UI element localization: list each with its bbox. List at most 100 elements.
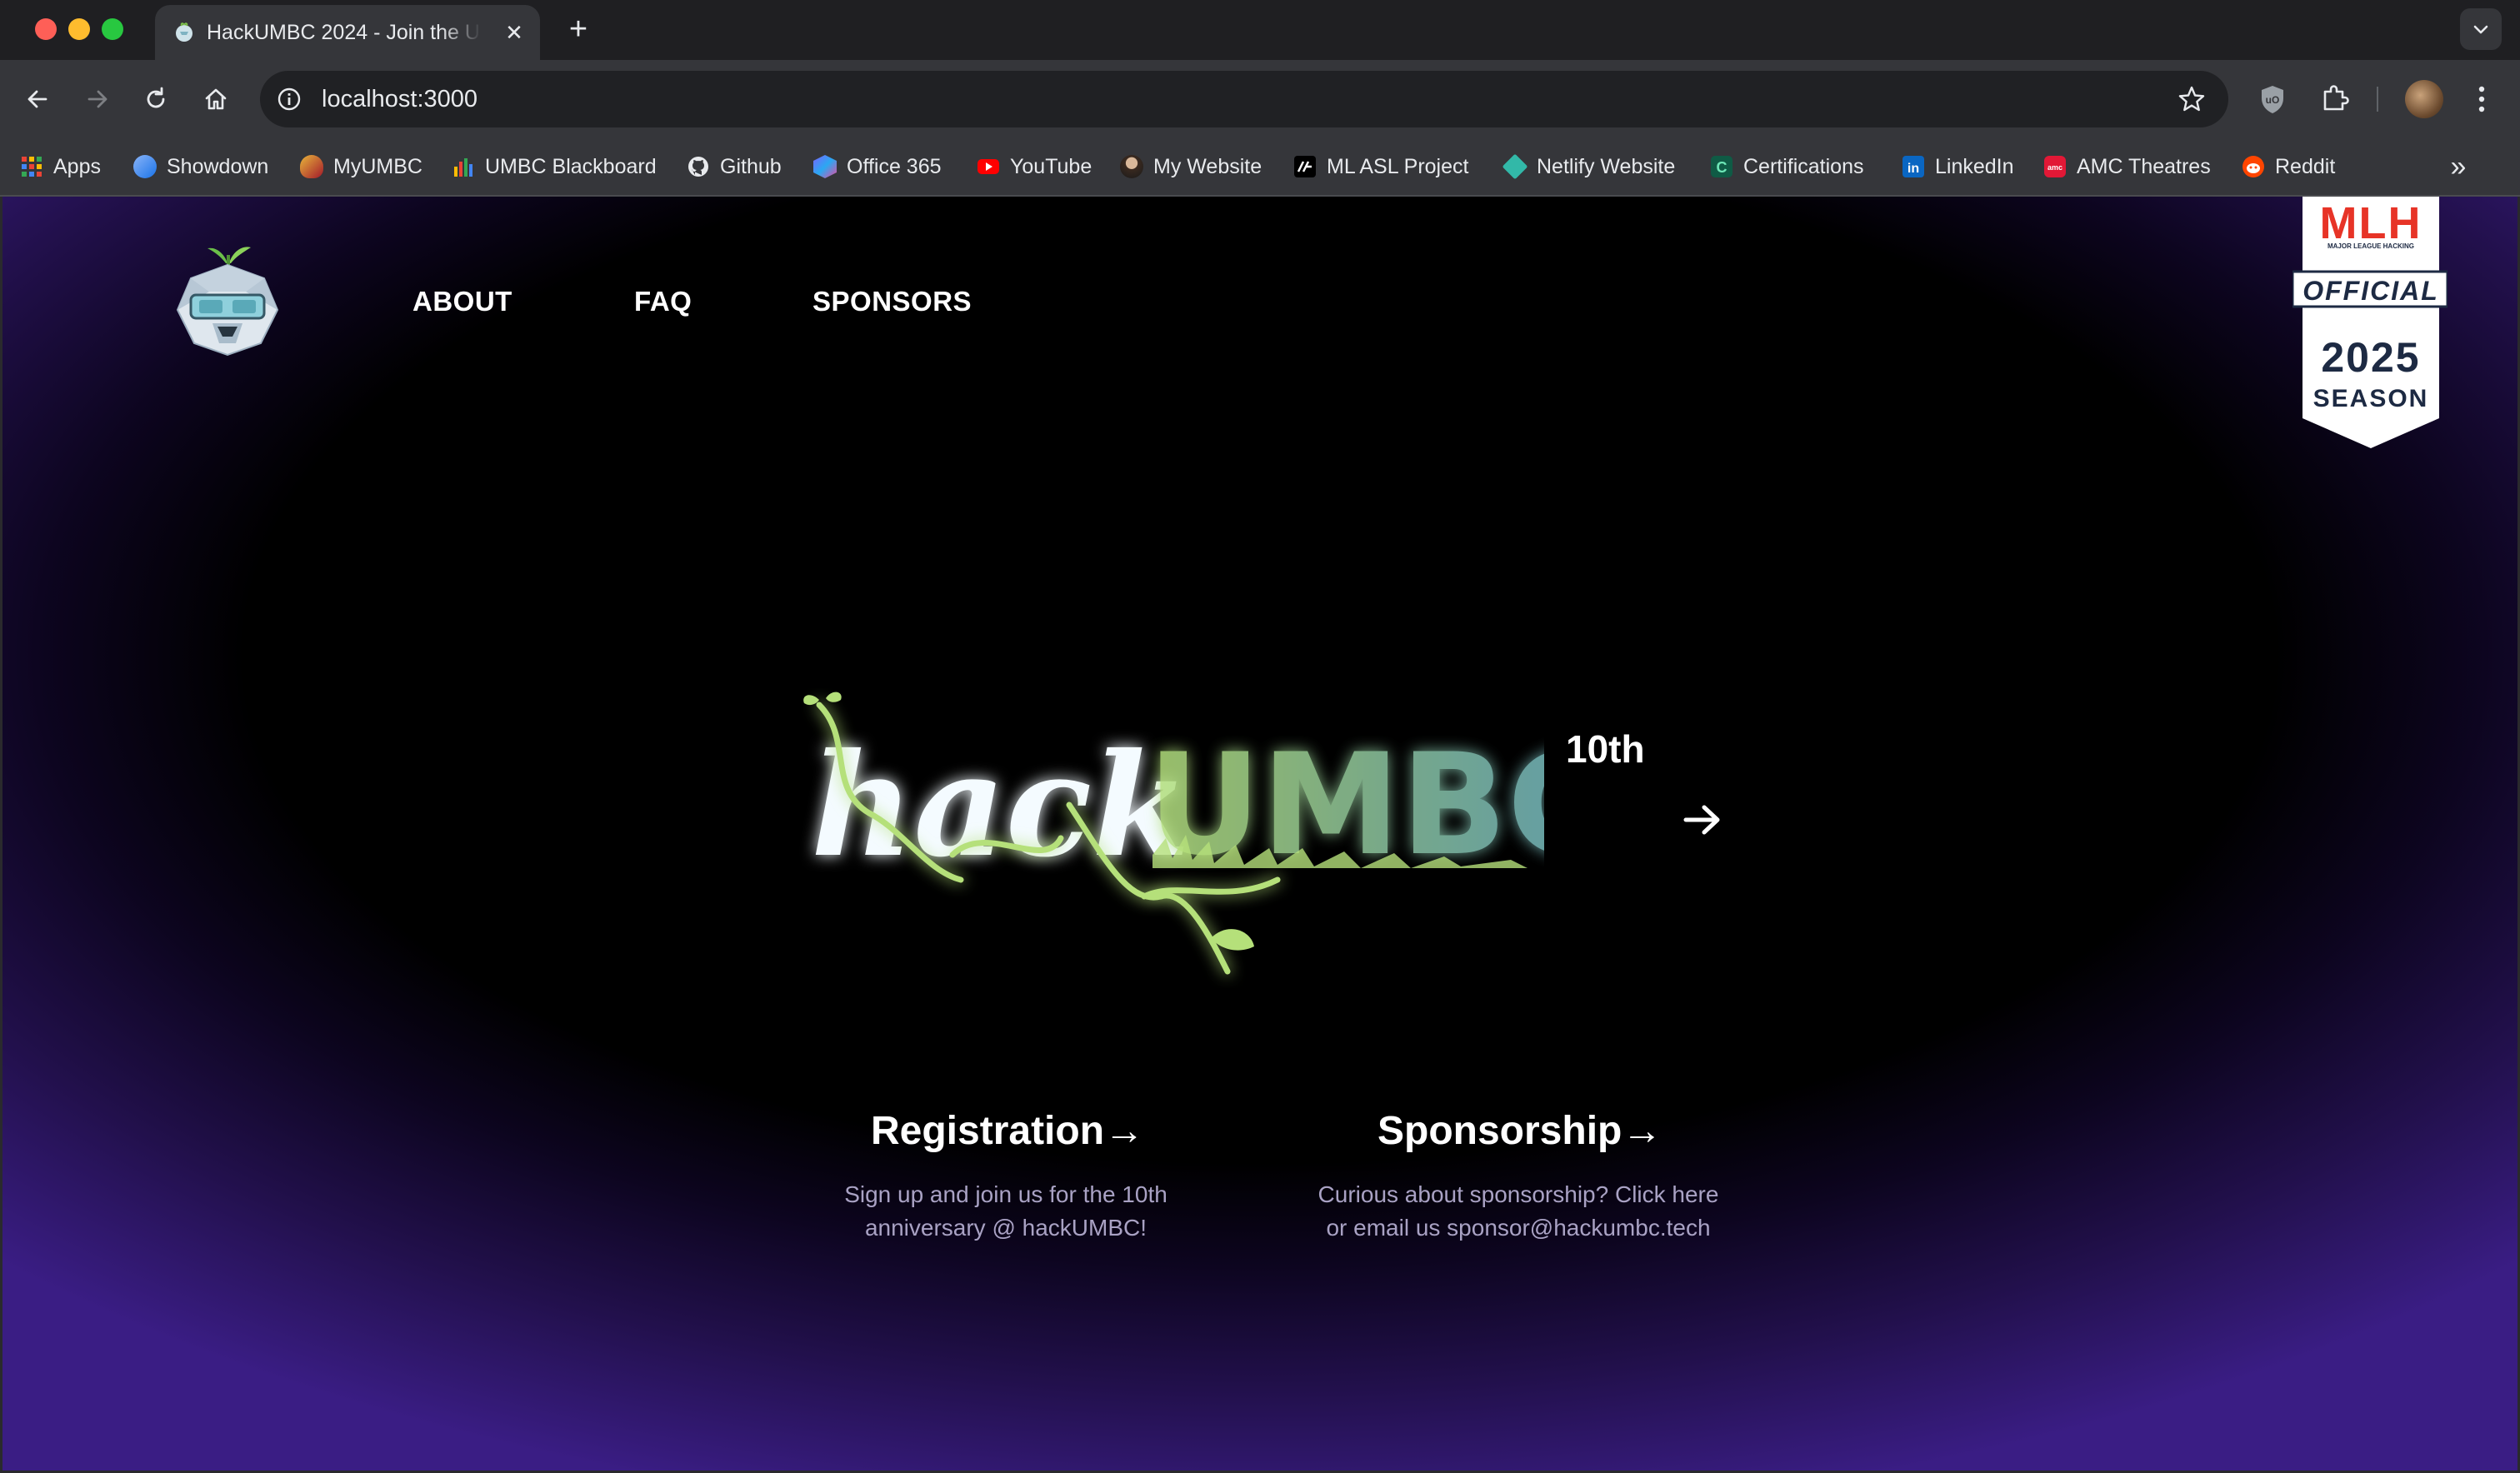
bookmark-apps[interactable]: Apps xyxy=(20,148,101,185)
forward-arrow-icon xyxy=(88,90,108,108)
mlh-year-text: 2025 xyxy=(2321,334,2420,381)
sponsorship-link[interactable]: Sponsorship→ xyxy=(1378,1106,1662,1156)
bookmark-linkedin[interactable]: in LinkedIn xyxy=(1902,148,2014,185)
sponsorship-description: Curious about sponsorship? Click here or… xyxy=(1281,1178,1756,1245)
bookmark-reddit[interactable]: Reddit xyxy=(2242,148,2335,185)
office-icon xyxy=(813,155,837,178)
new-tab-button[interactable]: + xyxy=(560,12,597,48)
back-button[interactable] xyxy=(17,78,58,120)
tab-close-button[interactable]: ✕ xyxy=(502,20,527,45)
sponsorship-description-line: or email us sponsor@hackumbc.tech xyxy=(1326,1215,1711,1241)
bookmark-label: Netlify Website xyxy=(1537,154,1676,178)
registration-link[interactable]: Registration→ xyxy=(871,1106,1144,1156)
registration-description-line: Sign up and join us for the 10th xyxy=(844,1181,1168,1207)
browser-toolbar: localhost:3000 uO xyxy=(0,60,2520,138)
bookmark-label: MyUMBC xyxy=(333,154,422,178)
forward-button[interactable] xyxy=(77,78,118,120)
asl-icon xyxy=(1294,156,1316,177)
bookmark-label: Certifications xyxy=(1743,154,1864,178)
close-window-button[interactable] xyxy=(35,18,57,40)
page-viewport: ABOUT FAQ SPONSORS MLH MAJOR LEAGUE HACK… xyxy=(0,197,2520,1473)
chevron-down-icon xyxy=(2473,25,2488,34)
arrow-right-icon: → xyxy=(1622,1109,1662,1153)
bookmark-showdown[interactable]: Showdown xyxy=(133,148,268,185)
netlify-icon xyxy=(1502,153,1528,180)
blackboard-icon xyxy=(454,158,472,177)
bookmark-label: UMBC Blackboard xyxy=(485,154,657,178)
svg-text:uO: uO xyxy=(2266,94,2280,106)
more-menu-icon[interactable] xyxy=(2472,82,2492,117)
registration-description: Sign up and join us for the 10th anniver… xyxy=(772,1178,1239,1245)
svg-text:in: in xyxy=(1908,162,1919,176)
browser-tab-strip: HackUMBC 2024 - Join the U ✕ + xyxy=(0,0,2520,60)
registration-description-line: anniversary @ hackUMBC! xyxy=(864,1215,1148,1241)
home-button[interactable] xyxy=(195,78,237,120)
bookmark-label: My Website xyxy=(1153,154,1262,178)
hackumbc-favicon-icon xyxy=(176,22,192,42)
tab-search-button[interactable] xyxy=(2460,8,2502,50)
showdown-icon xyxy=(133,155,157,178)
amc-icon: amc xyxy=(2044,156,2066,177)
hackumbc-hero-logo: hack UMBC xyxy=(803,692,1544,975)
certifications-icon: C xyxy=(1711,156,1732,177)
nav-faq-link[interactable]: FAQ xyxy=(634,283,692,320)
bookmark-certifications[interactable]: C Certifications xyxy=(1710,148,1864,185)
url-text[interactable]: localhost:3000 xyxy=(322,84,478,114)
myumbc-icon xyxy=(300,155,323,178)
minimize-window-button[interactable] xyxy=(68,18,90,40)
registration-title: Registration xyxy=(871,1109,1105,1153)
active-tab[interactable]: HackUMBC 2024 - Join the U ✕ xyxy=(155,5,540,60)
profile-avatar[interactable] xyxy=(2405,80,2443,118)
ublock-shield-icon[interactable]: uO xyxy=(2255,82,2290,117)
address-bar[interactable]: localhost:3000 xyxy=(260,71,2228,127)
extensions-puzzle-icon[interactable] xyxy=(2317,82,2352,117)
website-icon xyxy=(1120,155,1143,178)
bookmark-github[interactable]: Github xyxy=(687,148,782,185)
mlh-official-badge[interactable]: MLH MAJOR LEAGUE HACKING OFFICIAL 2025 S… xyxy=(2292,197,2448,450)
fullscreen-window-button[interactable] xyxy=(102,18,123,40)
mlh-brand-subtext: MAJOR LEAGUE HACKING xyxy=(2328,242,2414,250)
mlh-season-text: SEASON xyxy=(2313,385,2429,412)
home-icon xyxy=(205,88,227,110)
bookmark-label: Apps xyxy=(53,154,101,178)
bookmark-netlify-website[interactable]: Netlify Website xyxy=(1502,148,1676,185)
github-icon xyxy=(688,157,708,177)
mlh-official-text: OFFICIAL xyxy=(2302,276,2439,306)
hackumbc-robot-logo-icon[interactable] xyxy=(166,233,289,358)
reddit-icon xyxy=(2242,156,2264,177)
nav-sponsors-link[interactable]: SPONSORS xyxy=(812,283,972,320)
apps-grid-icon xyxy=(22,157,42,177)
bookmark-ml-asl-project[interactable]: ML ASL Project xyxy=(1293,148,1468,185)
bookmark-label: LinkedIn xyxy=(1935,154,2014,178)
bookmarks-overflow-button[interactable]: » xyxy=(2442,150,2475,183)
bookmark-my-website[interactable]: My Website xyxy=(1120,148,1262,185)
bookmark-label: Github xyxy=(720,154,782,178)
bookmarks-bar: Apps Showdown MyUMBC UMBC Blackboard Git… xyxy=(0,138,2520,197)
bookmark-label: AMC Theatres xyxy=(2077,154,2211,178)
bookmark-label: Office 365 xyxy=(847,154,942,178)
tab-title: HackUMBC 2024 - Join the U xyxy=(207,21,480,44)
arrow-right-icon: → xyxy=(1104,1109,1145,1153)
reload-button[interactable] xyxy=(135,78,177,120)
bookmark-amc-theatres[interactable]: amc AMC Theatres xyxy=(2043,148,2211,185)
youtube-icon xyxy=(978,159,999,174)
reload-icon xyxy=(147,87,165,108)
linkedin-icon: in xyxy=(1902,156,1924,177)
nav-about-link[interactable]: ABOUT xyxy=(412,283,512,320)
bookmark-youtube[interactable]: YouTube xyxy=(977,148,1092,185)
bookmark-label: Reddit xyxy=(2275,154,2336,178)
sponsorship-description-line: Curious about sponsorship? Click here xyxy=(1318,1181,1719,1207)
bookmark-office-365[interactable]: Office 365 xyxy=(813,148,942,185)
site-info-icon[interactable] xyxy=(275,85,303,113)
bookmark-label: YouTube xyxy=(1010,154,1092,178)
bookmark-umbc-blackboard[interactable]: UMBC Blackboard xyxy=(452,148,657,185)
back-arrow-icon xyxy=(28,90,48,108)
arrow-right-icon[interactable] xyxy=(1679,801,1726,838)
svg-text:C: C xyxy=(1717,159,1728,176)
bookmark-star-icon[interactable] xyxy=(2177,84,2207,114)
bookmark-label: Showdown xyxy=(167,154,269,178)
bookmark-myumbc[interactable]: MyUMBC xyxy=(300,148,422,185)
svg-text:amc: amc xyxy=(2048,163,2062,172)
hero-hack-text: hack xyxy=(811,722,1190,889)
sponsorship-title: Sponsorship xyxy=(1378,1109,1622,1153)
